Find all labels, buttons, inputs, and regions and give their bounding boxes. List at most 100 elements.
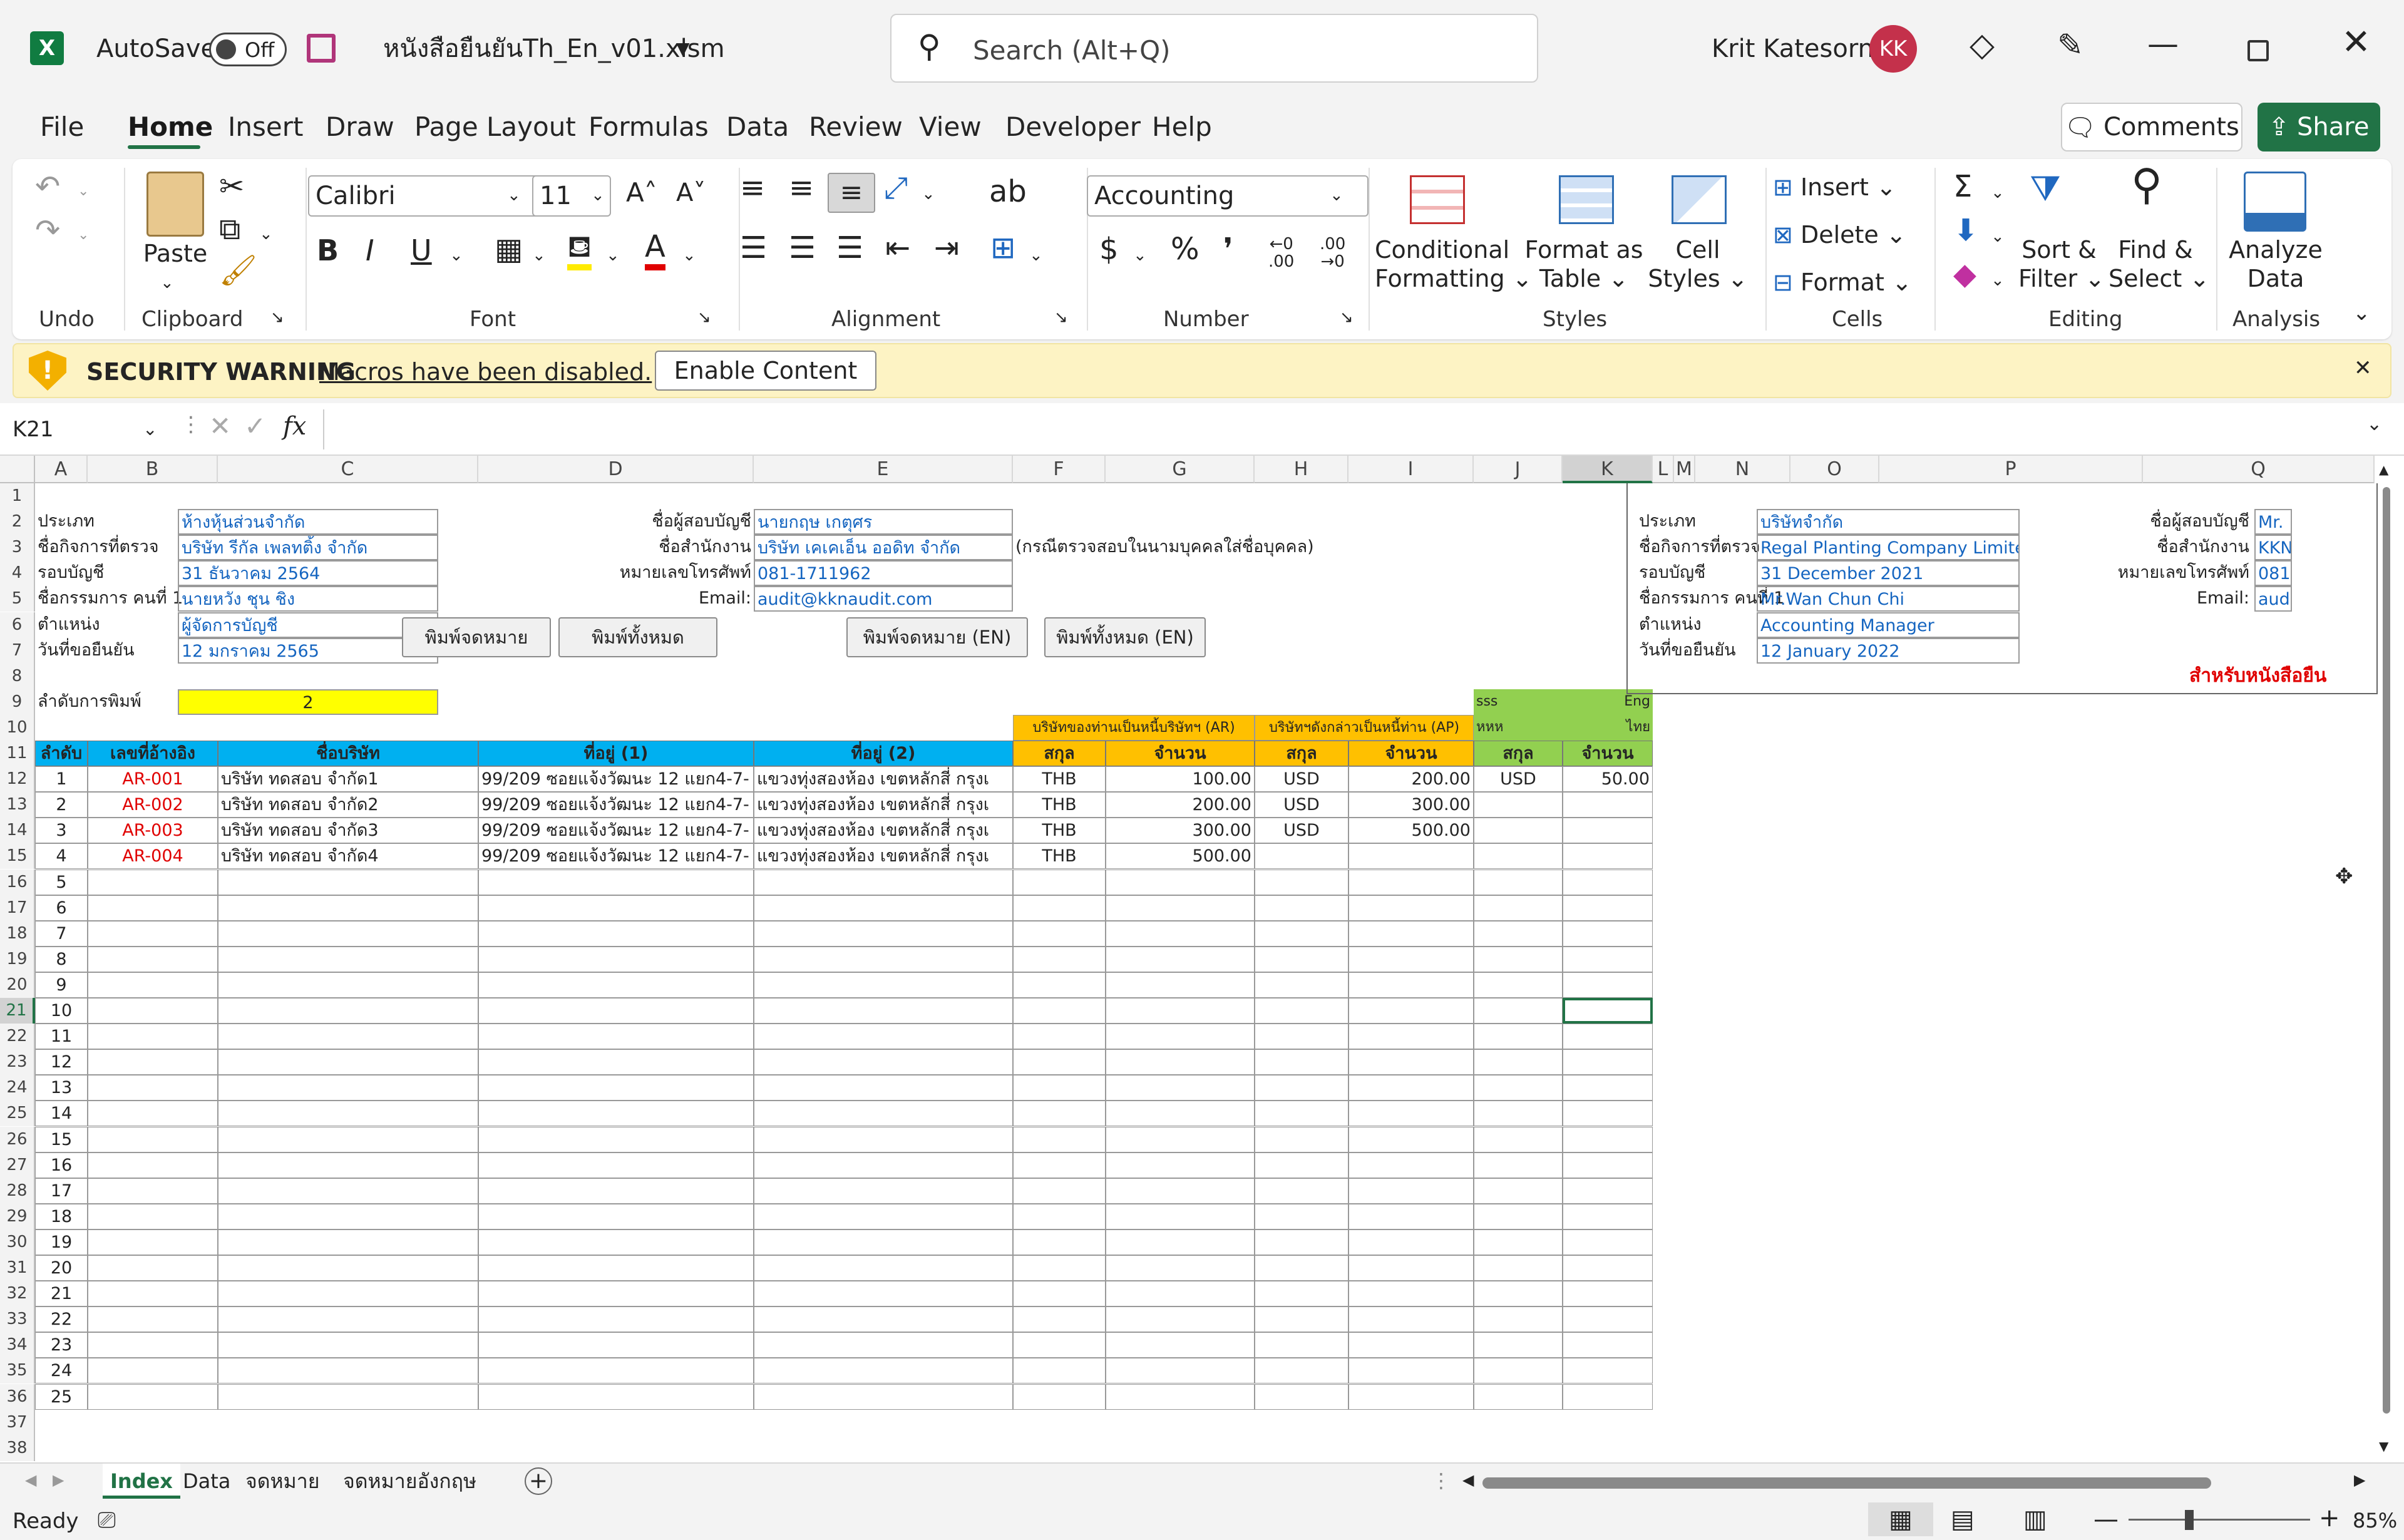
empty-cell[interactable] bbox=[88, 946, 218, 972]
empty-cell[interactable] bbox=[1563, 1126, 1653, 1152]
analyze-data-icon[interactable] bbox=[2244, 172, 2306, 232]
empty-cell[interactable] bbox=[1255, 1229, 1348, 1255]
align-top-icon[interactable]: ≡ bbox=[740, 170, 765, 205]
table-cell[interactable]: 99/209 ซอยแจ้งวัฒนะ 12 แยก4-7- bbox=[478, 843, 754, 870]
empty-cell[interactable] bbox=[88, 1358, 218, 1384]
clear-dropdown-icon[interactable]: ⌄ bbox=[1991, 263, 2005, 298]
empty-cell[interactable] bbox=[88, 972, 218, 998]
empty-cell[interactable] bbox=[88, 1332, 218, 1358]
insert-cells-button[interactable]: ⊞ Insert ⌄ bbox=[1773, 173, 1896, 202]
empty-cell[interactable] bbox=[88, 869, 218, 895]
align-bottom-icon[interactable]: ≡ bbox=[828, 173, 875, 213]
empty-cell[interactable] bbox=[1348, 1383, 1474, 1410]
table-cell[interactable]: 1 bbox=[35, 766, 88, 793]
empty-cell[interactable] bbox=[218, 1178, 478, 1204]
add-sheet-icon[interactable]: + bbox=[525, 1467, 552, 1495]
prev-sheet-icon[interactable]: ◀ bbox=[25, 1471, 36, 1489]
copy-dropdown-icon[interactable]: ⌄ bbox=[259, 217, 273, 252]
empty-cell[interactable] bbox=[1013, 972, 1106, 998]
empty-cell[interactable] bbox=[754, 1332, 1013, 1358]
column-header[interactable]: F bbox=[1013, 456, 1106, 483]
empty-cell[interactable] bbox=[1474, 1358, 1563, 1384]
empty-cell[interactable] bbox=[1013, 869, 1106, 895]
empty-cell[interactable] bbox=[1474, 972, 1563, 998]
empty-cell[interactable] bbox=[1474, 1306, 1563, 1333]
empty-cell[interactable] bbox=[1255, 1358, 1348, 1384]
row-header[interactable]: 20 bbox=[0, 972, 35, 998]
empty-cell[interactable] bbox=[1474, 1024, 1563, 1050]
header-ap[interactable]: บริษัทฯดังกล่าวเป็นหนี้ท่าน (AP) bbox=[1255, 714, 1474, 741]
table-cell[interactable]: AR-001 bbox=[88, 766, 218, 793]
empty-cell[interactable] bbox=[1106, 869, 1255, 895]
tab-view[interactable]: View bbox=[919, 111, 982, 142]
table-cell[interactable]: 500.00 bbox=[1106, 843, 1255, 870]
empty-cell[interactable] bbox=[754, 1229, 1013, 1255]
vertical-scrollbar[interactable]: ▲ ▼ bbox=[2379, 462, 2394, 1457]
empty-cell[interactable] bbox=[1474, 1255, 1563, 1281]
font-launcher-icon[interactable]: ↘ bbox=[697, 307, 711, 328]
empty-cell[interactable] bbox=[478, 869, 754, 895]
seq-number[interactable]: 20 bbox=[35, 1255, 88, 1281]
row-header[interactable]: 16 bbox=[0, 869, 35, 895]
column-header[interactable]: O bbox=[1790, 456, 1879, 483]
empty-cell[interactable] bbox=[1474, 869, 1563, 895]
empty-cell[interactable] bbox=[1106, 1306, 1255, 1333]
empty-cell[interactable] bbox=[754, 1383, 1013, 1410]
underline-icon[interactable]: U bbox=[411, 233, 432, 268]
empty-cell[interactable] bbox=[1348, 1255, 1474, 1281]
empty-cell[interactable] bbox=[1106, 946, 1255, 972]
auditor-value-en[interactable]: 081 bbox=[2254, 560, 2292, 587]
horizontal-scroll-thumb[interactable] bbox=[1482, 1477, 2211, 1489]
empty-cell[interactable] bbox=[1255, 946, 1348, 972]
info-value-en[interactable]: Regal Planting Company Limited bbox=[1757, 535, 2020, 561]
empty-cell[interactable] bbox=[1013, 895, 1106, 921]
empty-cell[interactable] bbox=[1563, 1024, 1653, 1050]
row-header[interactable]: 15 bbox=[0, 843, 35, 870]
empty-cell[interactable] bbox=[478, 1306, 754, 1333]
empty-cell[interactable] bbox=[218, 1383, 478, 1410]
tab-formulas[interactable]: Formulas bbox=[588, 111, 709, 142]
auditor-value-en[interactable]: KKN bbox=[2254, 535, 2292, 561]
header-thai[interactable]: ไทย bbox=[1563, 714, 1653, 741]
enable-content-button[interactable]: Enable Content bbox=[655, 351, 876, 391]
empty-cell[interactable] bbox=[1348, 1126, 1474, 1152]
empty-cell[interactable] bbox=[1474, 1101, 1563, 1127]
empty-cell[interactable] bbox=[1255, 1024, 1348, 1050]
empty-cell[interactable] bbox=[1563, 946, 1653, 972]
empty-cell[interactable] bbox=[1474, 1383, 1563, 1410]
format-painter-icon[interactable]: 🖌 bbox=[219, 253, 257, 288]
empty-cell[interactable] bbox=[1255, 1152, 1348, 1178]
empty-cell[interactable] bbox=[1563, 972, 1653, 998]
empty-cell[interactable] bbox=[754, 1281, 1013, 1307]
empty-cell[interactable] bbox=[1348, 1178, 1474, 1204]
borders-dropdown-icon[interactable]: ⌄ bbox=[532, 238, 546, 273]
comma-style-icon[interactable]: ❜ bbox=[1223, 232, 1233, 267]
comments-button[interactable]: 🗨 Comments bbox=[2061, 103, 2242, 151]
seq-number[interactable]: 22 bbox=[35, 1306, 88, 1333]
info-value[interactable]: 31 ธันวาคม 2564 bbox=[178, 560, 438, 587]
merge-center-icon[interactable]: ⊞ bbox=[990, 230, 1015, 265]
font-color-dropdown-icon[interactable]: ⌄ bbox=[682, 238, 696, 273]
underline-dropdown-icon[interactable]: ⌄ bbox=[449, 238, 463, 273]
row-header[interactable]: 10 bbox=[0, 714, 35, 741]
currency-dropdown-icon[interactable]: ⌄ bbox=[1133, 238, 1147, 273]
empty-cell[interactable] bbox=[218, 869, 478, 895]
empty-cell[interactable] bbox=[754, 1152, 1013, 1178]
table-cell[interactable]: AR-004 bbox=[88, 843, 218, 870]
empty-cell[interactable] bbox=[88, 1126, 218, 1152]
empty-cell[interactable] bbox=[1348, 1024, 1474, 1050]
row-header[interactable]: 37 bbox=[0, 1409, 35, 1435]
empty-cell[interactable] bbox=[1106, 998, 1255, 1024]
pen-icon[interactable]: ✎ bbox=[2057, 29, 2083, 61]
empty-cell[interactable] bbox=[1106, 1203, 1255, 1229]
print-order-value[interactable]: 2 bbox=[178, 689, 438, 715]
info-value[interactable]: นายหวัง ชุน ชิง bbox=[178, 586, 438, 612]
empty-cell[interactable] bbox=[754, 895, 1013, 921]
fill-icon[interactable]: ⬇ bbox=[1953, 213, 1978, 248]
empty-cell[interactable] bbox=[1348, 1229, 1474, 1255]
empty-cell[interactable] bbox=[1013, 1049, 1106, 1075]
tab-page-layout[interactable]: Page Layout bbox=[414, 111, 576, 142]
tab-draw[interactable]: Draw bbox=[326, 111, 394, 142]
column-header[interactable]: M bbox=[1674, 456, 1695, 483]
empty-cell[interactable] bbox=[754, 1255, 1013, 1281]
